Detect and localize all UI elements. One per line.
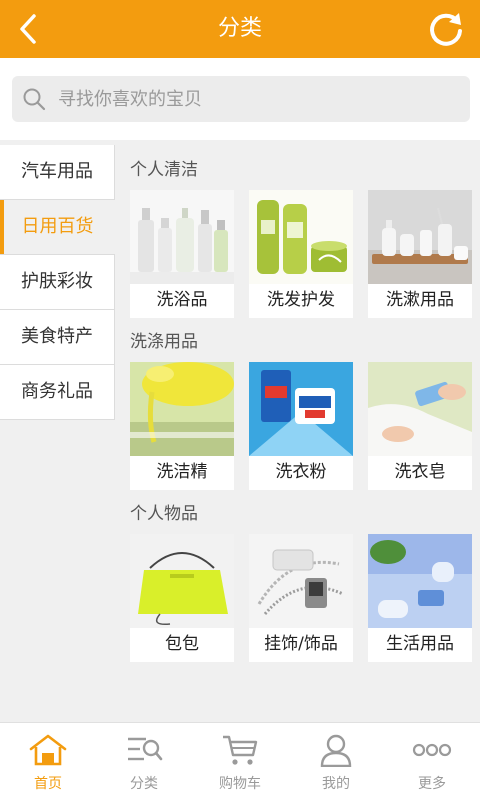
app-header: 分类 [0, 0, 480, 58]
category-card-label: 包包 [165, 634, 199, 654]
sidebar-item-daily-goods[interactable]: 日用百货 [0, 200, 115, 255]
category-card-laundry-soap[interactable]: 洗衣皂 [368, 362, 472, 490]
section-grid: 洗浴品 洗发护发 洗漱用品 [130, 190, 475, 318]
tab-label: 首页 [34, 776, 62, 792]
accessories-image [249, 534, 353, 628]
tab-label: 更多 [418, 776, 446, 792]
category-card-detergent[interactable]: 洗衣粉 [249, 362, 353, 490]
sidebar-item-food[interactable]: 美食特产 [0, 310, 115, 365]
category-card-toiletries[interactable]: 洗漱用品 [368, 190, 472, 318]
category-card-hair[interactable]: 洗发护发 [249, 190, 353, 318]
category-card-label: 洗衣粉 [275, 462, 327, 482]
bottom-tab-bar: 首页 分类 购物车 我的 更多 [0, 722, 480, 800]
cart-icon [223, 735, 258, 765]
section-title: 个人清洁 [130, 160, 198, 180]
search-input[interactable] [58, 76, 458, 122]
laundry-detergent-image [249, 362, 353, 456]
sidebar-item-skincare[interactable]: 护肤彩妆 [0, 255, 115, 310]
category-card-daily-life[interactable]: 生活用品 [368, 534, 472, 662]
section-grid: 包包 挂饰/饰品 生活用品 [130, 534, 475, 662]
toiletries-image [368, 190, 472, 284]
home-icon [29, 734, 67, 766]
tab-mine[interactable]: 我的 [288, 723, 384, 800]
tab-cart[interactable]: 购物车 [192, 723, 288, 800]
tab-home[interactable]: 首页 [0, 723, 96, 800]
bath-products-image [130, 190, 234, 284]
category-card-label: 洗漱用品 [386, 290, 454, 310]
section-title: 个人物品 [130, 504, 198, 524]
category-card-accessories[interactable]: 挂饰/饰品 [249, 534, 353, 662]
tab-category[interactable]: 分类 [96, 723, 192, 800]
search-box[interactable] [12, 76, 470, 122]
category-card-label: 生活用品 [386, 634, 454, 654]
category-card-bags[interactable]: 包包 [130, 534, 234, 662]
dish-soap-image [130, 362, 234, 456]
search-icon [23, 88, 46, 111]
user-icon [320, 734, 352, 767]
daily-life-image [368, 534, 472, 628]
page-title: 分类 [217, 16, 262, 41]
category-card-label: 洗浴品 [156, 290, 208, 310]
tab-label: 购物车 [219, 776, 261, 792]
section-grid: 洗洁精 洗衣粉 洗衣皂 [130, 362, 475, 490]
sidebar-item-car[interactable]: 汽车用品 [0, 145, 115, 200]
tab-more[interactable]: 更多 [384, 723, 480, 800]
tab-label: 我的 [322, 776, 350, 792]
category-card-label: 洗洁精 [156, 462, 208, 482]
section-title: 洗涤用品 [130, 332, 198, 352]
hair-care-image [249, 190, 353, 284]
category-card-label: 洗发护发 [267, 290, 335, 310]
category-content: 个人清洁 洗浴品 洗发护发 洗漱用品 洗涤用品 洗洁精 洗衣粉 洗衣皂 个人物品… [130, 150, 475, 666]
category-search-icon [128, 737, 163, 761]
search-bar-area [0, 58, 480, 140]
category-sidebar: 汽车用品 日用百货 护肤彩妆 美食特产 商务礼品 [0, 145, 115, 420]
laundry-soap-image [368, 362, 472, 456]
category-card-label: 挂饰/饰品 [264, 634, 338, 654]
category-card-label: 洗衣皂 [394, 462, 446, 482]
sidebar-item-gifts[interactable]: 商务礼品 [0, 365, 115, 420]
category-card-dish-soap[interactable]: 洗洁精 [130, 362, 234, 490]
tab-label: 分类 [130, 776, 158, 792]
handbag-image [130, 534, 234, 628]
category-card-bath[interactable]: 洗浴品 [130, 190, 234, 318]
refresh-icon[interactable] [426, 9, 466, 49]
more-icon [412, 743, 452, 757]
